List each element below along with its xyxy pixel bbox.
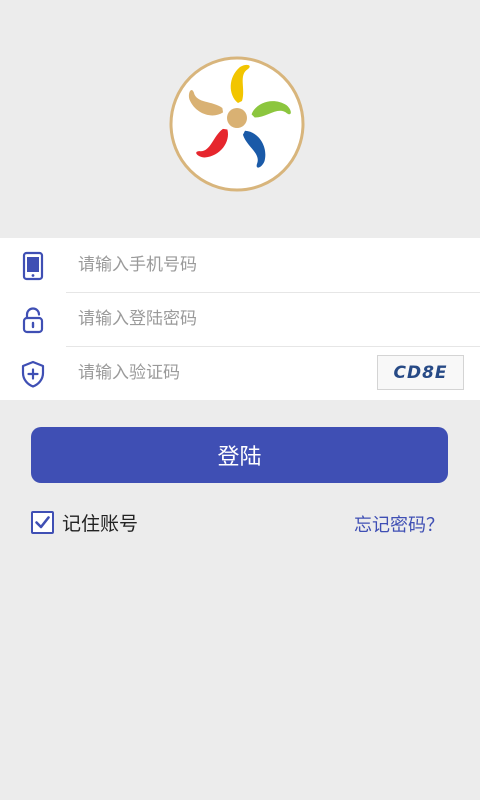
phone-input[interactable] xyxy=(78,248,358,282)
mobile-phone-icon xyxy=(22,251,44,281)
remember-label: 记住账号 xyxy=(62,513,139,535)
logo-area xyxy=(0,0,480,238)
shield-plus-icon xyxy=(21,360,45,388)
checkmark-icon xyxy=(35,516,50,529)
forgot-password-link[interactable]: 忘记密码？ xyxy=(354,511,444,537)
login-button[interactable]: 登陆 xyxy=(31,427,448,483)
captcha-image[interactable]: CD8E xyxy=(377,355,464,390)
phone-row xyxy=(0,238,480,292)
pinwheel-logo xyxy=(169,56,305,192)
remember-checkbox[interactable] xyxy=(31,511,54,534)
password-input[interactable] xyxy=(78,302,358,336)
lock-icon xyxy=(22,307,44,334)
captcha-input[interactable] xyxy=(78,356,358,390)
password-row xyxy=(0,292,480,346)
captcha-row: CD8E xyxy=(0,346,480,400)
remember-account[interactable]: 记住账号 xyxy=(31,509,138,536)
login-form: CD8E xyxy=(0,238,480,400)
